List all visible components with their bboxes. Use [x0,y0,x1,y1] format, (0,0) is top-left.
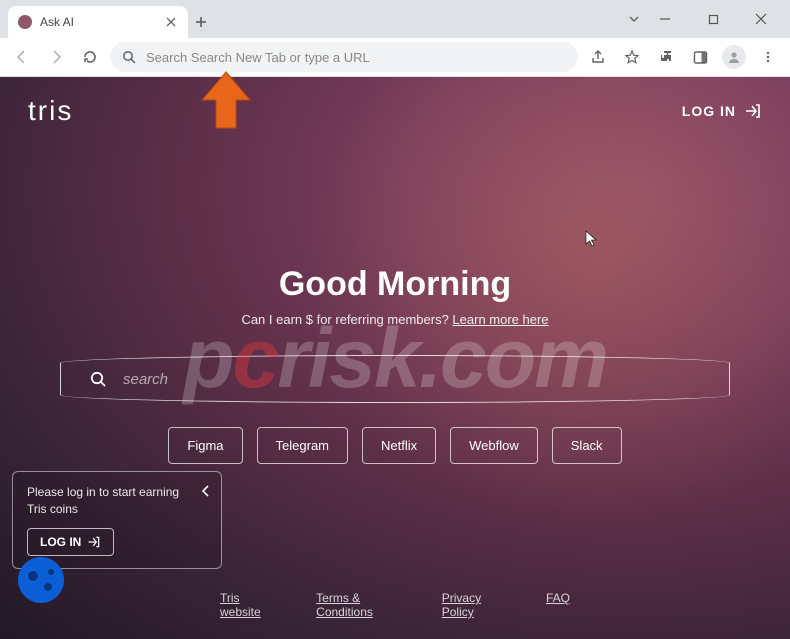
tab-title: Ask AI [40,15,156,29]
footer-privacy[interactable]: Privacy Policy [442,591,496,619]
assistant-bubble-icon[interactable] [18,557,64,603]
footer-terms[interactable]: Terms & Conditions [316,591,392,619]
chip-figma[interactable]: Figma [168,427,242,464]
new-tab-button[interactable] [188,6,214,38]
sidepanel-icon[interactable] [686,43,714,71]
login-card-button[interactable]: LOG IN [27,528,114,556]
omnibox[interactable]: Search Search New Tab or type a URL [110,42,578,72]
window-close-button[interactable] [746,4,776,34]
nav-back-button[interactable] [8,43,36,71]
login-card-button-label: LOG IN [40,535,81,549]
browser-chrome: Ask AI Search Search New Tab or type a U… [0,0,790,77]
login-icon [744,102,762,120]
extensions-icon[interactable] [652,43,680,71]
page-header: tris LOG IN [0,77,790,145]
kebab-menu-icon[interactable] [754,43,782,71]
browser-toolbar: Search Search New Tab or type a URL [0,38,790,76]
sub-text: Can I earn $ for referring members? [241,312,452,327]
chip-slack[interactable]: Slack [552,427,622,464]
login-card-text: Please log in to start earning Tris coin… [27,484,181,518]
share-icon[interactable] [584,43,612,71]
footer-links: Tris website Terms & Conditions Privacy … [0,577,790,639]
nav-forward-button[interactable] [42,43,70,71]
login-icon [87,535,101,549]
bookmark-star-icon[interactable] [618,43,646,71]
footer-faq[interactable]: FAQ [546,591,570,619]
greeting-subtitle: Can I earn $ for referring members? Lear… [0,312,790,327]
search-icon [89,370,107,388]
greeting-title: Good Morning [0,265,790,304]
login-label: LOG IN [682,103,736,119]
titlebar: Ask AI [0,0,790,38]
learn-more-link[interactable]: Learn more here [452,312,548,327]
search-icon [122,50,136,64]
profile-avatar-button[interactable] [720,43,748,71]
chip-telegram[interactable]: Telegram [257,427,348,464]
site-logo[interactable]: tris [28,95,73,127]
quick-links: Figma Telegram Netflix Webflow Slack [0,427,790,464]
search-wrap [60,355,730,403]
browser-tab[interactable]: Ask AI [8,6,188,38]
page-content: tris LOG IN Good Morning Can I earn $ fo… [0,77,790,639]
omnibox-placeholder: Search Search New Tab or type a URL [146,50,566,65]
search-input[interactable] [123,371,701,388]
footer-tris-website[interactable]: Tris website [220,591,266,619]
close-tab-icon[interactable] [164,15,178,29]
login-button-top[interactable]: LOG IN [682,102,762,120]
tab-favicon [18,15,32,29]
hero: Good Morning Can I earn $ for referring … [0,265,790,327]
chip-netflix[interactable]: Netflix [362,427,436,464]
collapse-chevron-icon[interactable] [201,484,211,503]
window-minimize-button[interactable] [650,4,680,34]
window-maximize-button[interactable] [698,4,728,34]
login-prompt-card: Please log in to start earning Tris coin… [12,471,222,569]
chip-webflow[interactable]: Webflow [450,427,538,464]
search-pill[interactable] [60,355,730,403]
tabs-chevron-icon[interactable] [628,0,640,38]
cursor-pointer-icon [585,230,599,253]
nav-reload-button[interactable] [76,43,104,71]
